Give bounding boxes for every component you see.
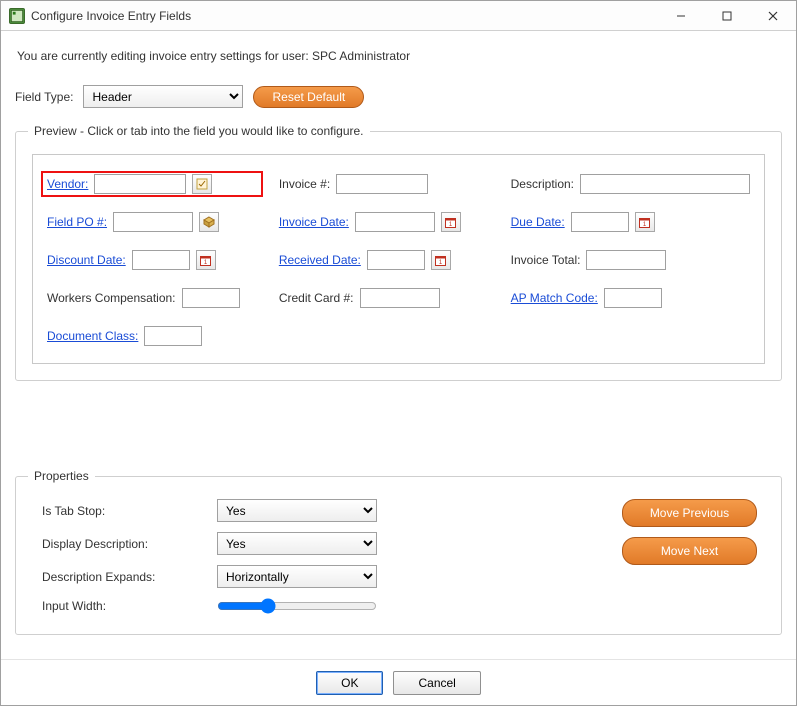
due-date-input[interactable]: [571, 212, 629, 232]
display-description-label: Display Description:: [42, 537, 207, 551]
dialog-footer: OK Cancel: [1, 659, 796, 705]
workers-comp-input[interactable]: [182, 288, 240, 308]
credit-card-input[interactable]: [360, 288, 440, 308]
document-class-input[interactable]: [144, 326, 202, 346]
field-po-label[interactable]: Field PO #:: [47, 215, 107, 229]
invoice-total-input[interactable]: [586, 250, 666, 270]
cancel-button[interactable]: Cancel: [393, 671, 480, 695]
field-type-label: Field Type:: [15, 90, 73, 104]
input-width-slider[interactable]: [217, 598, 377, 614]
minimize-button[interactable]: [658, 1, 704, 31]
vendor-input[interactable]: [94, 174, 186, 194]
field-invoice-total[interactable]: Invoice Total:: [511, 247, 750, 273]
ap-match-code-input[interactable]: [604, 288, 662, 308]
field-document-class[interactable]: Document Class:: [47, 323, 257, 349]
info-text: You are currently editing invoice entry …: [17, 49, 782, 63]
calendar-icon[interactable]: 1: [196, 250, 216, 270]
preview-panel: Vendor: Invoice #: Description: Field: [32, 154, 765, 364]
description-expands-label: Description Expands:: [42, 570, 207, 584]
is-tab-stop-label: Is Tab Stop:: [42, 504, 207, 518]
empty-cell: [279, 323, 489, 349]
maximize-button[interactable]: [704, 1, 750, 31]
window-title: Configure Invoice Entry Fields: [31, 9, 191, 23]
field-discount-date[interactable]: Discount Date: 1: [47, 247, 257, 273]
invoice-number-input[interactable]: [336, 174, 428, 194]
discount-date-input[interactable]: [132, 250, 190, 270]
field-ap-match-code[interactable]: AP Match Code:: [511, 285, 750, 311]
preview-group: Preview - Click or tab into the field yo…: [15, 124, 782, 381]
properties-legend: Properties: [28, 469, 95, 483]
discount-date-label[interactable]: Discount Date:: [47, 253, 126, 267]
vendor-label[interactable]: Vendor:: [47, 177, 88, 191]
field-po-input[interactable]: [113, 212, 193, 232]
workers-comp-label: Workers Compensation:: [47, 291, 176, 305]
calendar-icon[interactable]: 1: [635, 212, 655, 232]
field-workers-comp[interactable]: Workers Compensation:: [47, 285, 257, 311]
properties-group: Properties Is Tab Stop: Yes Display Desc…: [15, 469, 782, 635]
field-po-number[interactable]: Field PO #:: [47, 209, 257, 235]
credit-card-label: Credit Card #:: [279, 291, 354, 305]
due-date-label[interactable]: Due Date:: [511, 215, 565, 229]
move-previous-button[interactable]: Move Previous: [622, 499, 757, 527]
field-due-date[interactable]: Due Date: 1: [511, 209, 750, 235]
empty-cell: [511, 323, 750, 349]
description-expands-select[interactable]: Horizontally: [217, 565, 377, 588]
titlebar: Configure Invoice Entry Fields: [1, 1, 796, 31]
invoice-date-input[interactable]: [355, 212, 435, 232]
close-button[interactable]: [750, 1, 796, 31]
display-description-select[interactable]: Yes: [217, 532, 377, 555]
lookup-icon[interactable]: [192, 174, 212, 194]
field-invoice-date[interactable]: Invoice Date: 1: [279, 209, 489, 235]
description-input[interactable]: [580, 174, 750, 194]
ok-button[interactable]: OK: [316, 671, 383, 695]
description-label: Description:: [511, 177, 574, 191]
field-description[interactable]: Description:: [511, 171, 750, 197]
reset-default-button[interactable]: Reset Default: [253, 86, 364, 108]
input-width-label: Input Width:: [42, 599, 207, 613]
field-invoice-number[interactable]: Invoice #:: [279, 171, 489, 197]
invoice-total-label: Invoice Total:: [511, 253, 581, 267]
calendar-icon[interactable]: 1: [441, 212, 461, 232]
invoice-number-label: Invoice #:: [279, 177, 330, 191]
field-vendor[interactable]: Vendor:: [41, 171, 263, 197]
package-icon[interactable]: [199, 212, 219, 232]
app-icon: [9, 8, 25, 24]
field-credit-card[interactable]: Credit Card #:: [279, 285, 489, 311]
ap-match-code-label[interactable]: AP Match Code:: [511, 291, 598, 305]
field-type-select[interactable]: Header: [83, 85, 243, 108]
invoice-date-label[interactable]: Invoice Date:: [279, 215, 349, 229]
document-class-label[interactable]: Document Class:: [47, 329, 138, 343]
window: Configure Invoice Entry Fields You are c…: [0, 0, 797, 706]
calendar-icon[interactable]: 1: [431, 250, 451, 270]
field-received-date[interactable]: Received Date: 1: [279, 247, 489, 273]
preview-legend: Preview - Click or tab into the field yo…: [28, 124, 370, 138]
received-date-input[interactable]: [367, 250, 425, 270]
is-tab-stop-select[interactable]: Yes: [217, 499, 377, 522]
received-date-label[interactable]: Received Date:: [279, 253, 361, 267]
move-next-button[interactable]: Move Next: [622, 537, 757, 565]
